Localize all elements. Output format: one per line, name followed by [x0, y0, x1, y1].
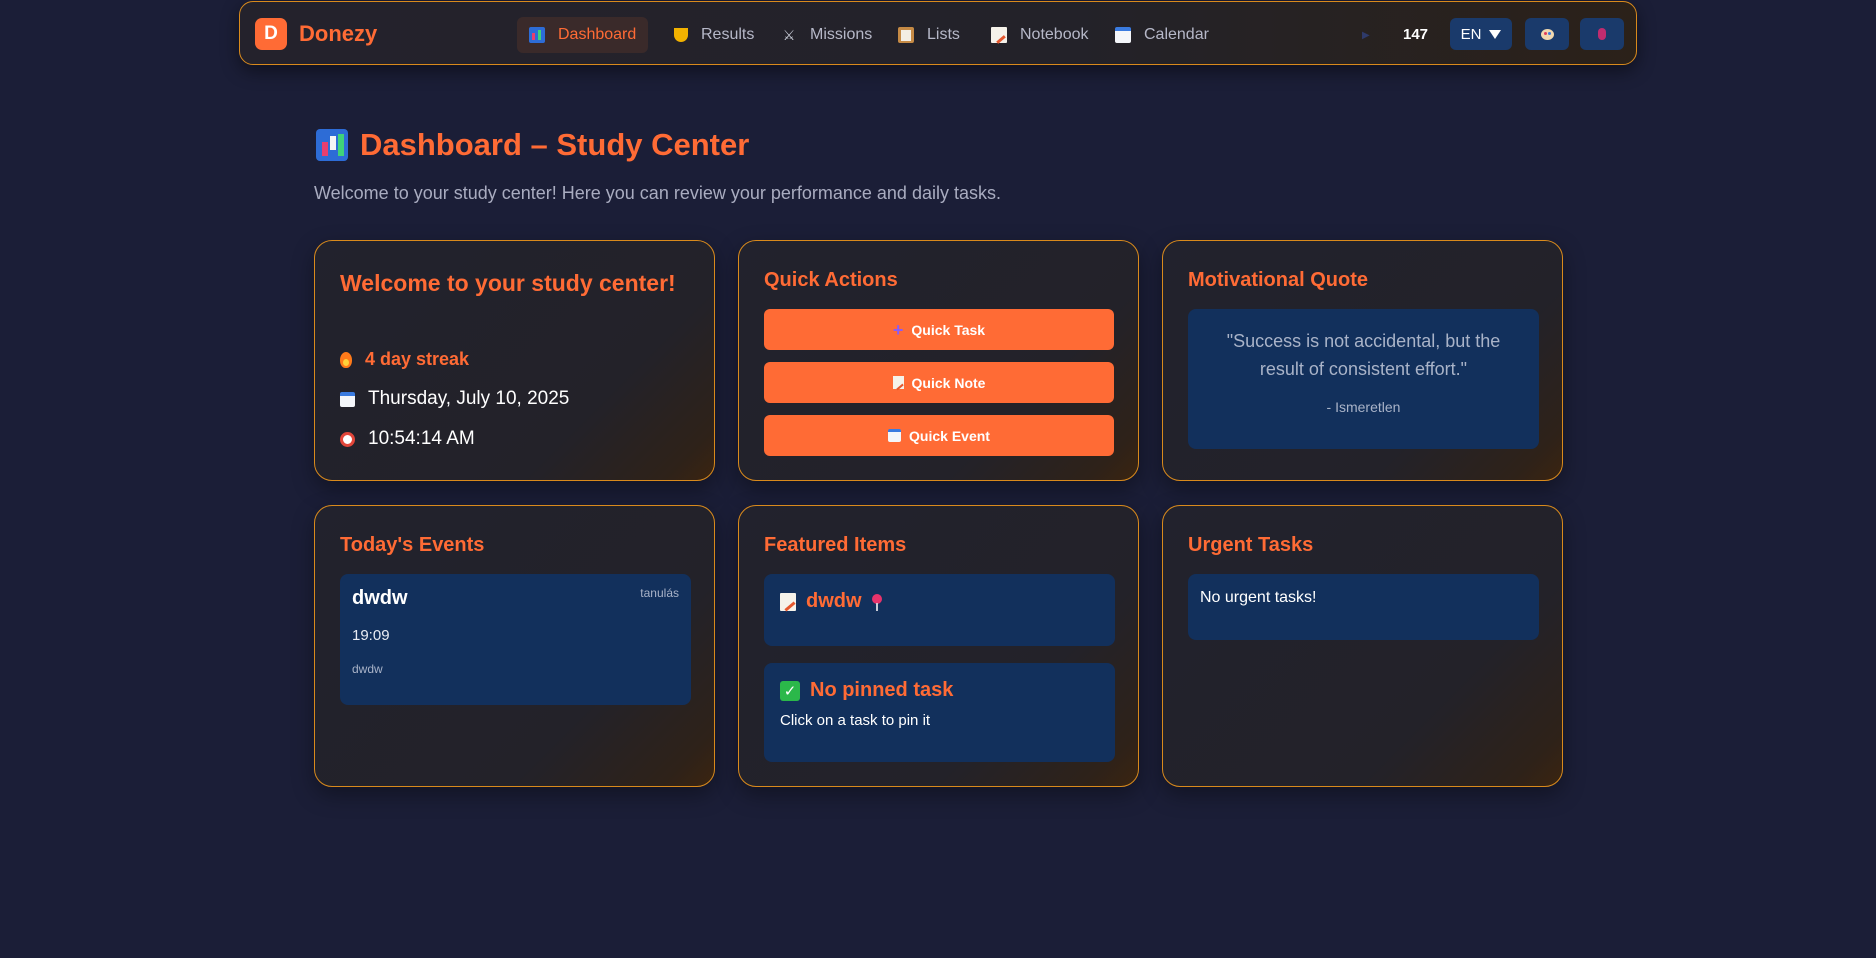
plus-icon: + [892, 319, 904, 340]
pushpin-icon [871, 593, 882, 611]
pinned-task-hint: Click on a task to pin it [780, 712, 931, 729]
nav-label: Dashboard [558, 26, 637, 43]
quote-card: Motivational Quote "Success is not accid… [1162, 240, 1563, 481]
nav-label: Missions [810, 26, 873, 43]
quick-actions-title: Quick Actions [764, 269, 898, 291]
calendar-icon [888, 429, 902, 442]
caret-down-icon [1489, 29, 1502, 39]
featured-note[interactable]: dwdw [764, 574, 1115, 646]
page-title-text: Dashboard – Study Center [360, 127, 750, 162]
urgent-tasks-card: Urgent Tasks No urgent tasks! [1162, 505, 1563, 787]
featured-items-card: Featured Items dwdw ✓ No pinned task Cli… [738, 505, 1139, 787]
featured-note-title: dwdw [806, 590, 862, 612]
memo-icon [892, 376, 904, 389]
event-tag: tanulás [640, 586, 679, 600]
page-title: Dashboard – Study Center [316, 127, 749, 163]
calendar-icon [1115, 27, 1131, 43]
quote-box: "Success is not accidental, but the resu… [1188, 309, 1539, 449]
welcome-card: Welcome to your study center! 4 day stre… [314, 240, 715, 481]
event-item[interactable]: dwdw tanulás 19:09 dwdw [340, 574, 691, 705]
checkmark-icon: ✓ [780, 680, 800, 701]
nav-item-calendar[interactable]: Calendar [1103, 17, 1221, 53]
logo-badge[interactable]: D [255, 18, 287, 50]
nav-item-dashboard[interactable]: Dashboard [517, 17, 649, 53]
nav-item-lists[interactable]: Lists [886, 17, 972, 53]
pinned-task-title: No pinned task [810, 679, 954, 701]
quote-author: - Ismeretlen [1326, 399, 1401, 415]
theme-button[interactable] [1525, 18, 1569, 50]
clipboard-icon [898, 27, 914, 43]
featured-items-title: Featured Items [764, 534, 907, 556]
trophy-icon [674, 28, 688, 42]
chart-icon [316, 129, 348, 161]
urgent-empty-text: No urgent tasks! [1200, 589, 1317, 606]
top-navbar: D Donezy Dashboard Results ⚔ Missions Li… [239, 1, 1637, 65]
nav-item-results[interactable]: Results [662, 17, 766, 53]
event-description: dwdw [352, 662, 383, 676]
nav-item-missions[interactable]: ⚔ Missions [769, 17, 884, 53]
welcome-card-title: Welcome to your study center! [340, 270, 676, 296]
language-selector[interactable]: EN [1450, 18, 1512, 50]
microphone-icon [1598, 28, 1606, 40]
nav-label: Results [701, 26, 755, 43]
quick-event-label: Quick Event [909, 427, 990, 444]
alarm-clock-icon [340, 431, 355, 447]
date-row: Thursday, July 10, 2025 [340, 388, 569, 410]
todays-events-title: Today's Events [340, 534, 485, 556]
nav-label: Notebook [1020, 26, 1089, 43]
todays-events-card: Today's Events dwdw tanulás 19:09 dwdw [314, 505, 715, 787]
quick-task-label: Quick Task [911, 321, 986, 338]
brand-name[interactable]: Donezy [299, 21, 377, 47]
calendar-icon [340, 391, 355, 407]
voice-button[interactable] [1580, 18, 1624, 50]
points-icon: ▶ [1362, 30, 1370, 41]
language-label: EN [1460, 25, 1482, 43]
nav-label: Calendar [1144, 26, 1209, 43]
fire-icon [340, 351, 352, 368]
streak-text: 4 day streak [365, 349, 470, 369]
points-counter: 147 [1403, 26, 1429, 43]
memo-icon [780, 592, 796, 611]
nav-label: Lists [927, 26, 960, 43]
pinned-task-row: ✓ No pinned task [780, 679, 953, 702]
chart-icon [529, 27, 545, 43]
quick-task-button[interactable]: + Quick Task [764, 309, 1114, 350]
time-text: 10:54:14 AM [368, 428, 475, 449]
quote-text: "Success is not accidental, but the resu… [1226, 331, 1501, 379]
event-title: dwdw [352, 587, 408, 609]
urgent-tasks-title: Urgent Tasks [1188, 534, 1314, 556]
time-row: 10:54:14 AM [340, 428, 475, 450]
date-text: Thursday, July 10, 2025 [368, 388, 570, 409]
streak-row: 4 day streak [340, 349, 469, 370]
urgent-tasks-box: No urgent tasks! [1188, 574, 1539, 640]
memo-icon [991, 27, 1007, 43]
quick-actions-card: Quick Actions + Quick Task Quick Note Qu… [738, 240, 1139, 481]
page-subtitle: Welcome to your study center! Here you c… [314, 183, 1001, 203]
event-time: 19:09 [352, 627, 390, 644]
quick-note-label: Quick Note [911, 374, 986, 391]
featured-note-row: dwdw [780, 590, 882, 613]
palette-icon [1540, 28, 1554, 40]
quick-note-button[interactable]: Quick Note [764, 362, 1114, 403]
pinned-task-box[interactable]: ✓ No pinned task Click on a task to pin … [764, 663, 1115, 762]
quote-card-title: Motivational Quote [1188, 269, 1368, 291]
swords-icon: ⚔ [782, 27, 796, 43]
nav-item-notebook[interactable]: Notebook [979, 17, 1101, 53]
quick-event-button[interactable]: Quick Event [764, 415, 1114, 456]
